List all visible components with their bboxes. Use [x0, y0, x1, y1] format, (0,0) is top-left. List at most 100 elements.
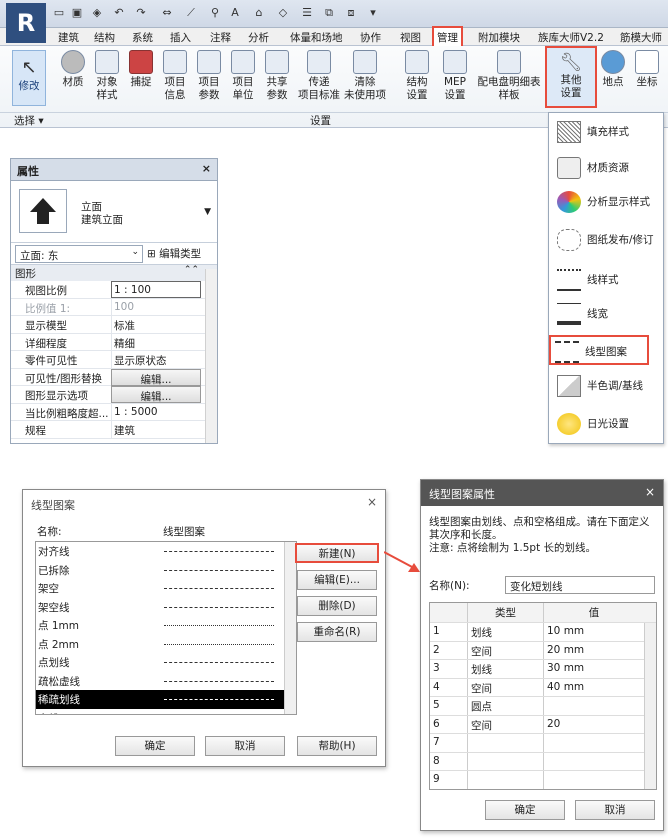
shared-parameters-button[interactable]: 共享 参数: [262, 50, 292, 102]
location-button[interactable]: 地点: [598, 50, 628, 89]
menu-item-line-patterns[interactable]: 线型图案: [549, 335, 649, 365]
edit-graphic-display-button[interactable]: 编辑...: [111, 386, 201, 403]
project-info-button[interactable]: 项目 信息: [160, 50, 190, 102]
line-pattern-list[interactable]: 对齐线 已拆除 架空 架空线 点 1mm 点 2mm 点划线 疏松虚线 稀疏划线…: [35, 541, 297, 715]
dimension-icon[interactable]: ⟋: [184, 6, 198, 20]
name-input[interactable]: 变化短划线: [505, 576, 655, 594]
menu-item-line-weights[interactable]: 线宽: [553, 299, 661, 329]
structural-settings-button[interactable]: 结构 设置: [400, 50, 434, 102]
panel-schedule-templates-button[interactable]: 配电盘明细表 样板: [476, 50, 542, 102]
edit-button[interactable]: 编辑(E)...: [297, 570, 377, 590]
collapse-icon[interactable]: ⌃⌃: [184, 265, 199, 275]
close-icon[interactable]: ×: [202, 162, 211, 175]
table-row[interactable]: 9: [430, 771, 656, 789]
section-icon[interactable]: ◇: [276, 6, 290, 20]
category-graphics[interactable]: 图形 ⌃⌃: [11, 265, 217, 281]
menu-item-halftone-underlay[interactable]: 半色调/基线: [553, 371, 661, 401]
edit-visibility-button[interactable]: 编辑...: [111, 368, 201, 386]
close-windows-icon[interactable]: ⧉: [322, 6, 336, 20]
materials-button[interactable]: 材质: [58, 50, 88, 89]
delete-button[interactable]: 删除(D): [297, 596, 377, 616]
list-item[interactable]: 架空: [36, 579, 296, 598]
text-icon[interactable]: A: [228, 6, 242, 20]
tab-analyze[interactable]: 分析: [248, 30, 269, 45]
transfer-standards-button[interactable]: 传递 项目标准: [294, 50, 344, 102]
list-item[interactable]: 点划线: [36, 653, 296, 672]
table-row[interactable]: 5 圆点: [430, 697, 656, 716]
tab-family-library[interactable]: 族库大师V2.2: [538, 30, 604, 45]
list-item-selected[interactable]: 稀疏划线: [36, 690, 296, 709]
measure-icon[interactable]: ⇔: [160, 6, 174, 20]
snaps-button[interactable]: 捕捉: [126, 50, 156, 89]
menu-item-line-styles[interactable]: 线样式: [553, 265, 661, 295]
tab-view[interactable]: 视图: [400, 30, 421, 45]
list-item[interactable]: 疏松虚线: [36, 672, 296, 691]
table-row[interactable]: 4 空间 40 mm: [430, 678, 656, 697]
close-icon[interactable]: ×: [645, 485, 655, 499]
table-row[interactable]: 7: [430, 734, 656, 753]
sync-icon[interactable]: ◈: [90, 6, 104, 20]
dropdown-arrow-icon[interactable]: ▼: [204, 207, 211, 217]
table-row[interactable]: 8: [430, 752, 656, 771]
tab-insert[interactable]: 插入: [170, 30, 191, 45]
list-item[interactable]: 对齐线: [36, 542, 296, 561]
help-button[interactable]: 帮助(H): [297, 736, 377, 756]
list-item[interactable]: 点 1mm: [36, 616, 296, 635]
tab-addins[interactable]: 附加模块: [478, 30, 520, 45]
table-row[interactable]: 1 划线 10 mm: [430, 623, 656, 642]
customize-icon[interactable]: ▾: [366, 6, 380, 20]
properties-scrollbar[interactable]: [205, 269, 217, 443]
object-styles-button[interactable]: 对象 样式: [92, 50, 122, 102]
grid-scrollbar[interactable]: [644, 623, 656, 789]
table-row[interactable]: 2 空间 20 mm: [430, 641, 656, 660]
modify-button[interactable]: ↖ 修改: [12, 50, 46, 106]
undo-icon[interactable]: ↶: [112, 6, 126, 20]
project-units-button[interactable]: 项目 单位: [228, 50, 258, 102]
list-item[interactable]: 架空线: [36, 598, 296, 617]
tab-systems[interactable]: 系统: [132, 30, 153, 45]
tag-icon[interactable]: ⚲: [208, 6, 222, 20]
other-settings-button[interactable]: 🔧︎ 其他 设置: [545, 46, 597, 108]
tab-collaborate[interactable]: 协作: [360, 30, 381, 45]
save-icon[interactable]: ▣: [70, 6, 84, 20]
open-icon[interactable]: ▭: [52, 6, 66, 20]
menu-item-fill-patterns[interactable]: 填充样式: [553, 117, 661, 147]
menu-item-sun-settings[interactable]: 日光设置: [553, 409, 661, 439]
cancel-button[interactable]: 取消: [575, 800, 655, 820]
edit-type-button[interactable]: ⊞ 编辑类型: [147, 246, 201, 261]
tab-massing-site[interactable]: 体量和场地: [290, 30, 343, 45]
ok-button[interactable]: 确定: [485, 800, 565, 820]
rename-button[interactable]: 重命名(R): [297, 622, 377, 642]
cancel-button[interactable]: 取消: [205, 736, 285, 756]
tab-annotate[interactable]: 注释: [210, 30, 231, 45]
list-item[interactable]: 点 2mm: [36, 635, 296, 654]
tab-structure[interactable]: 结构: [94, 30, 115, 45]
thin-lines-icon[interactable]: ☰: [300, 6, 314, 20]
app-logo-icon[interactable]: R: [6, 3, 46, 43]
menu-item-analysis-display-styles[interactable]: 分析显示样式: [553, 187, 661, 217]
instance-filter-select[interactable]: 立面: 东 ⌄: [15, 245, 143, 263]
select-group-label[interactable]: 选择 ▾: [14, 113, 44, 128]
new-button[interactable]: 新建(N): [295, 543, 379, 563]
purge-unused-button[interactable]: 清除 未使用项: [342, 50, 388, 102]
list-item[interactable]: 虚线: [36, 709, 296, 715]
menu-item-sheet-issues-revisions[interactable]: 图纸发布/修订: [553, 225, 661, 255]
redo-icon[interactable]: ↷: [134, 6, 148, 20]
coordinates-button[interactable]: 坐标: [632, 50, 662, 89]
menu-item-material-assets[interactable]: 材质资源: [553, 153, 661, 183]
project-parameters-button[interactable]: 项目 参数: [194, 50, 224, 102]
table-row[interactable]: 3 划线 30 mm: [430, 660, 656, 679]
view-scale-field[interactable]: 1 : 100: [111, 281, 201, 298]
table-row[interactable]: 6 空间 20: [430, 715, 656, 734]
type-selector[interactable]: 立面 建筑立面 ▼: [11, 181, 217, 243]
tab-rebar-master[interactable]: 筋模大师: [620, 30, 662, 45]
tab-manage[interactable]: 管理: [432, 26, 463, 48]
tab-architecture[interactable]: 建筑: [58, 30, 79, 45]
close-icon[interactable]: ×: [367, 495, 377, 509]
list-item[interactable]: 已拆除: [36, 561, 296, 580]
list-scrollbar[interactable]: [284, 542, 296, 714]
ok-button[interactable]: 确定: [115, 736, 195, 756]
3d-view-icon[interactable]: ⌂: [252, 6, 266, 20]
switch-windows-icon[interactable]: ⧈: [344, 6, 358, 20]
mep-settings-button[interactable]: MEP 设置: [438, 50, 472, 102]
